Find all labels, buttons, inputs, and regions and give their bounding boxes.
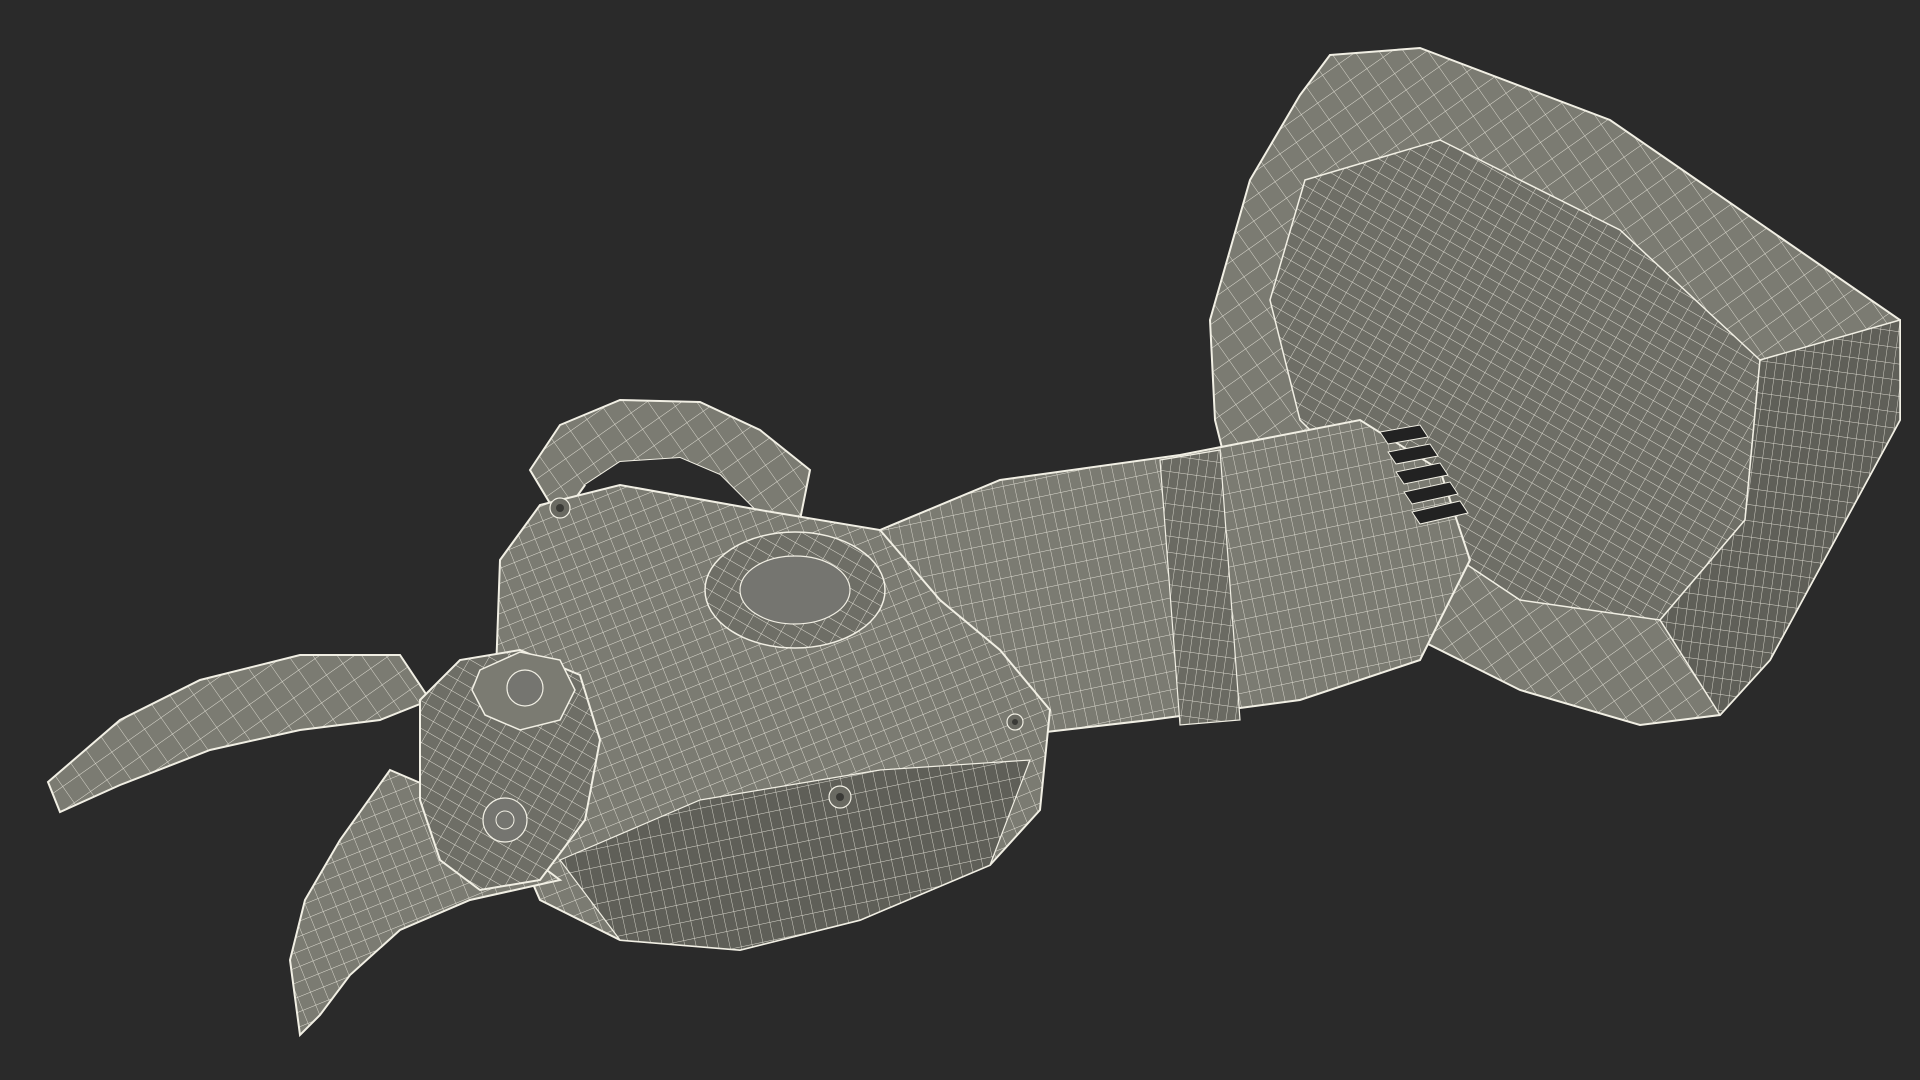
render-viewport xyxy=(0,0,1920,1080)
wireframe-model xyxy=(46,46,1901,1038)
upper-blade xyxy=(46,654,432,814)
